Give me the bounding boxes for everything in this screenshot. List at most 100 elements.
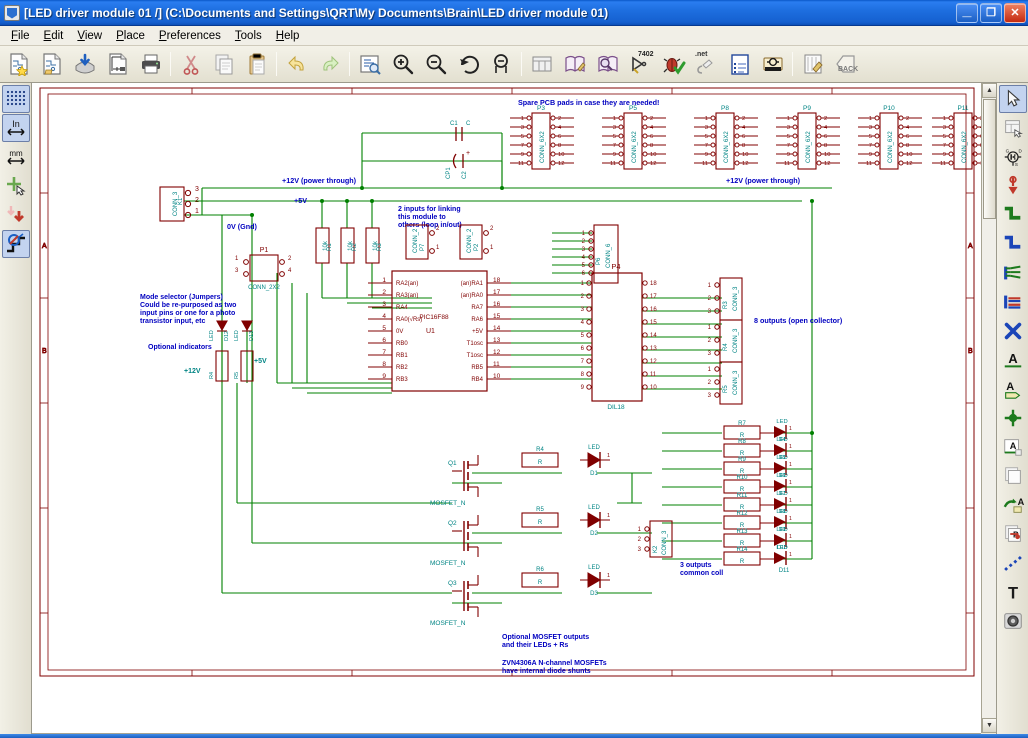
place-wire-to-bus-entry-icon[interactable] xyxy=(999,259,1027,287)
erc-bug-icon[interactable] xyxy=(658,49,689,80)
svg-text:Q1: Q1 xyxy=(448,460,457,467)
place-bus-icon[interactable] xyxy=(999,230,1027,258)
svg-text:13: 13 xyxy=(650,346,657,352)
print-icon[interactable] xyxy=(135,49,166,80)
place-hierarchical-label-icon[interactable]: A xyxy=(999,433,1027,461)
svg-text:1: 1 xyxy=(869,116,872,122)
svg-text:LED: LED xyxy=(776,419,787,425)
navigate-hierarchy-icon[interactable] xyxy=(526,49,557,80)
vertical-scrollbar[interactable]: ▲ ▼ xyxy=(981,83,996,733)
toggle-grid-icon[interactable] xyxy=(1,85,30,113)
toolbar-separator xyxy=(170,52,171,76)
svg-text:LED: LED xyxy=(776,527,787,533)
schematic-canvas[interactable]: B B A A CONN_6X2 P3 1 3 5 7 9 11 2 4 6 8… xyxy=(32,83,981,733)
place-component-icon[interactable]: G D S xyxy=(999,143,1027,171)
hierarchy-sheet-tool-icon[interactable] xyxy=(999,114,1027,142)
show-hidden-pins-icon[interactable] xyxy=(2,201,30,229)
svg-text:3: 3 xyxy=(613,125,616,131)
window-title: [LED driver module 01 /] (C:\Documents a… xyxy=(24,5,609,20)
svg-text:P10: P10 xyxy=(883,105,895,112)
paste-icon[interactable] xyxy=(241,49,272,80)
svg-text:mm: mm xyxy=(9,149,23,158)
svg-text:1: 1 xyxy=(789,462,792,468)
cut-icon[interactable] xyxy=(175,49,206,80)
svg-text:1: 1 xyxy=(789,444,792,450)
zoom-out-icon[interactable] xyxy=(420,49,451,80)
cvpcb-footprint-icon[interactable] xyxy=(757,49,788,80)
annotate-icon[interactable]: 7402 xyxy=(625,49,656,80)
import-hierarchical-label-icon[interactable]: A xyxy=(999,491,1027,519)
delete-tool-icon[interactable] xyxy=(999,607,1027,635)
svg-text:LED: LED xyxy=(588,565,600,571)
library-browser-icon[interactable] xyxy=(592,49,623,80)
zoom-redraw-icon[interactable] xyxy=(453,49,484,80)
place-no-connect-icon[interactable] xyxy=(999,317,1027,345)
place-net-label-icon[interactable]: A xyxy=(999,346,1027,374)
svg-text:12: 12 xyxy=(650,359,657,365)
menu-place[interactable]: Place xyxy=(109,28,152,44)
place-sheet-icon[interactable] xyxy=(999,462,1027,490)
menu-file[interactable]: File xyxy=(4,28,37,44)
svg-text:LED: LED xyxy=(776,545,787,551)
menu-preferences[interactable]: Preferences xyxy=(152,28,228,44)
menu-help[interactable]: Help xyxy=(269,28,307,44)
svg-text:B: B xyxy=(968,348,973,355)
svg-text:R12: R12 xyxy=(736,511,748,517)
svg-text:Optional indicators: Optional indicators xyxy=(148,344,212,351)
menu-edit[interactable]: Edit xyxy=(37,28,71,44)
units-inches-icon[interactable]: In xyxy=(1,114,30,142)
pcbnew-icon[interactable] xyxy=(797,49,828,80)
svg-text:P6: P6 xyxy=(596,257,602,265)
title-bar: [LED driver module 01 /] (C:\Documents a… xyxy=(0,0,1028,26)
units-mm-icon[interactable]: mm xyxy=(2,143,30,171)
svg-text:D13: D13 xyxy=(249,331,255,341)
new-schematic-icon[interactable] xyxy=(3,49,34,80)
restore-button[interactable]: ❐ xyxy=(980,2,1002,23)
hv-wire-constraint-icon[interactable] xyxy=(1,230,30,258)
note: Optional indicators xyxy=(148,344,212,351)
netlist-icon[interactable]: .net xyxy=(691,49,722,80)
undo-icon[interactable] xyxy=(281,49,312,80)
minimize-button[interactable]: _ xyxy=(956,2,978,23)
svg-text:1: 1 xyxy=(195,208,199,215)
zoom-fit-icon[interactable] xyxy=(486,49,517,80)
toolbar-separator xyxy=(349,52,350,76)
scroll-up-button[interactable]: ▲ xyxy=(982,83,996,98)
svg-text:5: 5 xyxy=(521,134,524,140)
menu-view[interactable]: View xyxy=(70,28,109,44)
print-preview-icon[interactable] xyxy=(354,49,385,80)
place-global-label-icon[interactable]: A xyxy=(999,375,1027,403)
svg-text:RA0(√Rs): RA0(√Rs) xyxy=(396,316,422,323)
library-editor-icon[interactable] xyxy=(559,49,590,80)
vertical-scroll-thumb[interactable] xyxy=(983,99,996,219)
close-button[interactable]: ✕ xyxy=(1004,2,1026,23)
svg-text:P11: P11 xyxy=(957,105,968,112)
select-tool-icon[interactable] xyxy=(998,85,1027,113)
page-settings-icon[interactable] xyxy=(102,49,133,80)
place-graphic-line-icon[interactable] xyxy=(999,549,1027,577)
place-bus-to-bus-entry-icon[interactable] xyxy=(999,288,1027,316)
zoom-in-icon[interactable] xyxy=(387,49,418,80)
svg-text:6: 6 xyxy=(742,134,745,140)
place-junction-icon[interactable] xyxy=(999,404,1027,432)
back-annotate-icon[interactable]: BACK xyxy=(830,49,861,80)
place-sheet-pin-icon[interactable]: P xyxy=(999,520,1027,548)
svg-text:CONN_6X2: CONN_6X2 xyxy=(962,131,968,163)
redo-icon[interactable] xyxy=(314,49,345,80)
svg-text:R4: R4 xyxy=(723,343,729,351)
svg-text:5: 5 xyxy=(787,134,790,140)
svg-text:9: 9 xyxy=(869,152,872,158)
place-wire-icon[interactable] xyxy=(999,201,1027,229)
toolbar-separator xyxy=(521,52,522,76)
save-schematic-icon[interactable] xyxy=(69,49,100,80)
cursor-shape-icon[interactable] xyxy=(2,172,30,200)
place-power-port-icon[interactable] xyxy=(999,172,1027,200)
bom-icon[interactable] xyxy=(724,49,755,80)
copy-icon[interactable] xyxy=(208,49,239,80)
place-text-icon[interactable]: T xyxy=(999,578,1027,606)
menu-tools[interactable]: Tools xyxy=(228,28,269,44)
scroll-down-button[interactable]: ▼ xyxy=(982,718,996,733)
svg-text:9: 9 xyxy=(705,152,708,158)
svg-text:+12V (power through): +12V (power through) xyxy=(726,176,801,185)
open-schematic-icon[interactable] xyxy=(36,49,67,80)
